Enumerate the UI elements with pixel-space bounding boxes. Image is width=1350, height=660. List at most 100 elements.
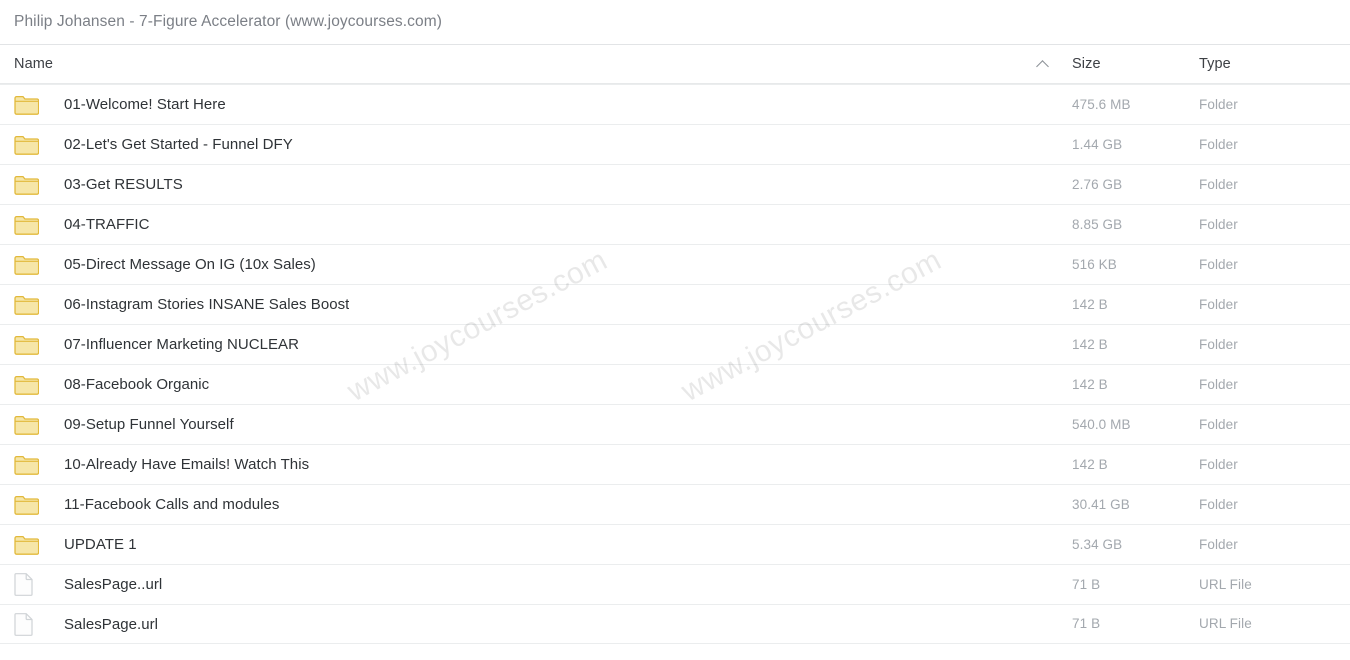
file-type-label: Folder xyxy=(1199,96,1238,112)
file-size-label: 5.34 GB xyxy=(1072,536,1123,552)
file-name-label: 09-Setup Funnel Yourself xyxy=(64,416,234,433)
table-row[interactable]: 01-Welcome! Start Here 475.6 MB Folder xyxy=(0,84,1350,124)
cell-size: 142 B xyxy=(1066,336,1191,354)
file-size-label: 142 B xyxy=(1072,376,1108,392)
folder-icon xyxy=(14,495,50,515)
file-type-label: Folder xyxy=(1199,536,1238,552)
folder-icon xyxy=(14,535,50,555)
file-size-label: 71 B xyxy=(1072,616,1101,631)
file-name-label: 11-Facebook Calls and modules xyxy=(64,496,280,513)
table-row[interactable]: SalesPage..url 71 B URL File xyxy=(0,564,1350,604)
table-body: 01-Welcome! Start Here 475.6 MB Folder 02-L… xyxy=(0,84,1350,644)
cell-name: SalesPage.url xyxy=(0,612,1020,636)
column-header-name[interactable]: Name xyxy=(0,56,1020,72)
cell-name: 08-Facebook Organic xyxy=(0,375,1020,395)
table-row[interactable]: 04-TRAFFIC 8.85 GB Folder xyxy=(0,204,1350,244)
cell-size: 71 B xyxy=(1066,576,1191,594)
file-name-label: 06-Instagram Stories INSANE Sales Boost xyxy=(64,296,350,313)
column-header-name-label: Name xyxy=(14,56,54,72)
file-type-label: Folder xyxy=(1199,376,1238,392)
file-size-label: 540.0 MB xyxy=(1072,416,1131,432)
folder-icon xyxy=(14,255,50,275)
file-type-label: Folder xyxy=(1199,296,1238,312)
cell-type: URL File xyxy=(1191,576,1350,594)
cell-name: 11-Facebook Calls and modules xyxy=(0,495,1020,515)
folder-icon xyxy=(14,335,50,355)
file-type-label: Folder xyxy=(1199,336,1238,352)
table-row[interactable]: 08-Facebook Organic 142 B Folder xyxy=(0,364,1350,404)
cell-size: 142 B xyxy=(1066,376,1191,394)
file-name-label: SalesPage.url xyxy=(64,615,159,633)
cell-type: Folder xyxy=(1191,256,1350,274)
cell-type: Folder xyxy=(1191,96,1350,114)
cell-name: SalesPage..url xyxy=(0,573,1020,596)
cell-type: Folder xyxy=(1191,336,1350,354)
table-row[interactable]: 11-Facebook Calls and modules 30.41 GB Fol… xyxy=(0,484,1350,524)
folder-icon xyxy=(14,455,50,475)
cell-name: 05-Direct Message On IG (10x Sales) xyxy=(0,255,1020,275)
file-type-label: Folder xyxy=(1199,416,1238,432)
cell-size: 8.85 GB xyxy=(1066,216,1191,234)
file-name-label: 08-Facebook Organic xyxy=(64,376,210,393)
table-row[interactable]: 06-Instagram Stories INSANE Sales Boost 1… xyxy=(0,284,1350,324)
cell-size: 2.76 GB xyxy=(1066,176,1191,194)
folder-icon xyxy=(14,135,50,155)
cell-name: 09-Setup Funnel Yourself xyxy=(0,415,1020,435)
cell-name: 02-Let's Get Started - Funnel DFY xyxy=(0,135,1020,155)
file-name-label: 02-Let's Get Started - Funnel DFY xyxy=(64,136,293,153)
table-row[interactable]: SalesPage.url 71 B URL File xyxy=(0,604,1350,644)
cell-type: Folder xyxy=(1191,216,1350,234)
page-title: Philip Johansen - 7-Figure Accelerator (… xyxy=(14,13,443,30)
file-type-label: URL File xyxy=(1199,576,1252,592)
table-row[interactable]: 09-Setup Funnel Yourself 540.0 MB Folder xyxy=(0,404,1350,444)
column-header-size-label: Size xyxy=(1072,56,1101,72)
table-row[interactable]: 07-Influencer Marketing NUCLEAR 142 B Fold… xyxy=(0,324,1350,364)
file-type-label: Folder xyxy=(1199,176,1238,192)
folder-icon xyxy=(14,95,50,115)
cell-type: Folder xyxy=(1191,456,1350,474)
cell-name: 06-Instagram Stories INSANE Sales Boost xyxy=(0,295,1020,315)
file-type-label: URL File xyxy=(1199,616,1252,631)
cell-size: 475.6 MB xyxy=(1066,96,1191,114)
cell-name: 03-Get RESULTS xyxy=(0,175,1020,195)
cell-type: Folder xyxy=(1191,176,1350,194)
file-type-label: Folder xyxy=(1199,496,1238,512)
table-row[interactable]: 02-Let's Get Started - Funnel DFY 1.44 GB… xyxy=(0,124,1350,164)
cell-name: 07-Influencer Marketing NUCLEAR xyxy=(0,335,1020,355)
cell-type: Folder xyxy=(1191,376,1350,394)
cell-size: 142 B xyxy=(1066,456,1191,474)
cell-size: 142 B xyxy=(1066,296,1191,314)
file-size-label: 2.76 GB xyxy=(1072,176,1123,192)
table-row[interactable]: 05-Direct Message On IG (10x Sales) 516 K… xyxy=(0,244,1350,284)
file-name-label: 07-Influencer Marketing NUCLEAR xyxy=(64,336,299,353)
file-type-label: Folder xyxy=(1199,256,1238,272)
cell-name: 01-Welcome! Start Here xyxy=(0,95,1020,115)
cell-size: 1.44 GB xyxy=(1066,136,1191,154)
folder-icon xyxy=(14,215,50,235)
file-name-label: 04-TRAFFIC xyxy=(64,216,150,233)
file-size-label: 142 B xyxy=(1072,456,1108,472)
table-row[interactable]: 03-Get RESULTS 2.76 GB Folder xyxy=(0,164,1350,204)
file-size-label: 142 B xyxy=(1072,336,1108,352)
column-header-size[interactable]: Size xyxy=(1066,55,1191,73)
column-header-type[interactable]: Type xyxy=(1191,55,1350,73)
folder-icon xyxy=(14,175,50,195)
file-size-label: 516 KB xyxy=(1072,256,1117,272)
table-header-row: Name Size Type xyxy=(0,44,1350,84)
table-row[interactable]: 10-Already Have Emails! Watch This 142 B F… xyxy=(0,444,1350,484)
cell-type: URL File xyxy=(1191,615,1350,633)
file-size-label: 1.44 GB xyxy=(1072,136,1123,152)
file-list-table: Name Size Type 01-Welcome! Start Here 475… xyxy=(0,44,1350,644)
file-size-label: 475.6 MB xyxy=(1072,96,1131,112)
sort-indicator[interactable] xyxy=(1020,57,1066,71)
cell-type: Folder xyxy=(1191,296,1350,314)
table-row[interactable]: UPDATE 1 5.34 GB Folder xyxy=(0,524,1350,564)
cell-type: Folder xyxy=(1191,496,1350,514)
cell-name: 04-TRAFFIC xyxy=(0,215,1020,235)
folder-icon xyxy=(14,375,50,395)
file-size-label: 71 B xyxy=(1072,576,1101,592)
file-name-label: 03-Get RESULTS xyxy=(64,176,183,193)
file-name-label: 10-Already Have Emails! Watch This xyxy=(64,456,310,473)
cell-type: Folder xyxy=(1191,136,1350,154)
cell-size: 30.41 GB xyxy=(1066,496,1191,514)
